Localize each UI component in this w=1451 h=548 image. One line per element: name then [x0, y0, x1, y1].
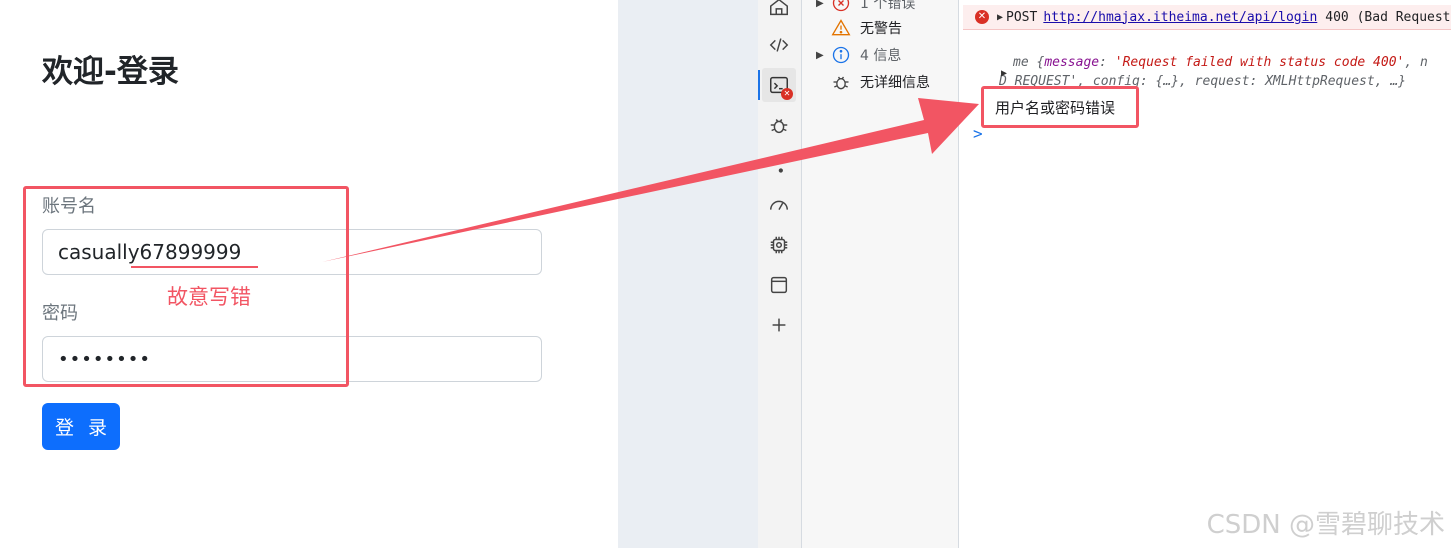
console-error-status: 400 (Bad Request) — [1325, 9, 1451, 25]
console-error-method: POST — [1006, 9, 1038, 25]
filter-info[interactable]: ▶ 4 信息 — [816, 44, 901, 66]
error-circle-icon: ✕ — [975, 10, 989, 24]
filter-info-label: 4 信息 — [860, 48, 902, 64]
expand-triangle-icon[interactable]: ▶ — [997, 12, 1003, 23]
object-key-message: message — [1044, 55, 1100, 70]
object-value-message: 'Request failed with status code 400' — [1114, 55, 1405, 70]
console-error-url[interactable]: http://hmajax.itheima.net/api/login — [1043, 10, 1317, 25]
network-icon[interactable] — [766, 152, 792, 178]
error-circle-icon — [830, 0, 852, 14]
console-error-badge: ✕ — [781, 88, 793, 100]
active-tab-indicator — [758, 70, 760, 100]
object-line1-tail: , n — [1404, 55, 1428, 70]
memory-chip-icon[interactable] — [766, 232, 792, 258]
filter-errors-label: 1 个错误 — [860, 0, 916, 12]
performance-icon[interactable] — [766, 192, 792, 218]
filter-verbose-label: 无详细信息 — [860, 75, 930, 91]
console-logged-message: 用户名或密码错误 — [981, 86, 1139, 128]
expand-triangle-icon[interactable]: ▶ — [1001, 64, 1007, 83]
annotation-note: 故意写错 — [167, 285, 251, 309]
devtools-activity-bar: ✕ — [758, 0, 802, 548]
bug-icon[interactable] — [766, 112, 792, 138]
console-error-row[interactable]: ✕ ▶ POST http://hmajax.itheima.net/api/l… — [963, 5, 1451, 30]
info-circle-icon — [830, 44, 852, 66]
console-panel: ✕ ▶ POST http://hmajax.itheima.net/api/l… — [959, 0, 1451, 548]
home-icon[interactable] — [766, 0, 792, 20]
watermark: CSDN @雪碧聊技术 — [1206, 510, 1445, 540]
login-button[interactable]: 登 录 — [42, 403, 120, 450]
expand-triangle-icon[interactable]: ▶ — [816, 0, 830, 9]
filter-warnings[interactable]: 无警告 — [816, 17, 902, 39]
filter-warnings-label: 无警告 — [860, 21, 902, 37]
filter-errors[interactable]: ▶ 1 个错误 — [816, 0, 915, 14]
console-sidebar-filters: ▶ 1 个错误 无警告 ▶ 4 信息 无详细信息 — [802, 0, 959, 548]
warning-triangle-icon — [830, 17, 852, 39]
code-icon[interactable] — [766, 32, 792, 58]
bug-icon — [830, 71, 852, 93]
screenshot-root: 欢迎-登录 账号名 密码 登 录 故意写错 ✕ — [0, 0, 1451, 548]
add-icon[interactable] — [766, 312, 792, 338]
object-name: me — [1013, 55, 1029, 70]
application-icon[interactable] — [766, 272, 792, 298]
page-title: 欢迎-登录 — [42, 54, 179, 90]
expand-triangle-icon[interactable]: ▶ — [816, 50, 830, 61]
filter-verbose[interactable]: 无详细信息 — [816, 71, 930, 93]
annotation-underline — [131, 266, 258, 268]
devtools-gutter — [618, 0, 758, 548]
